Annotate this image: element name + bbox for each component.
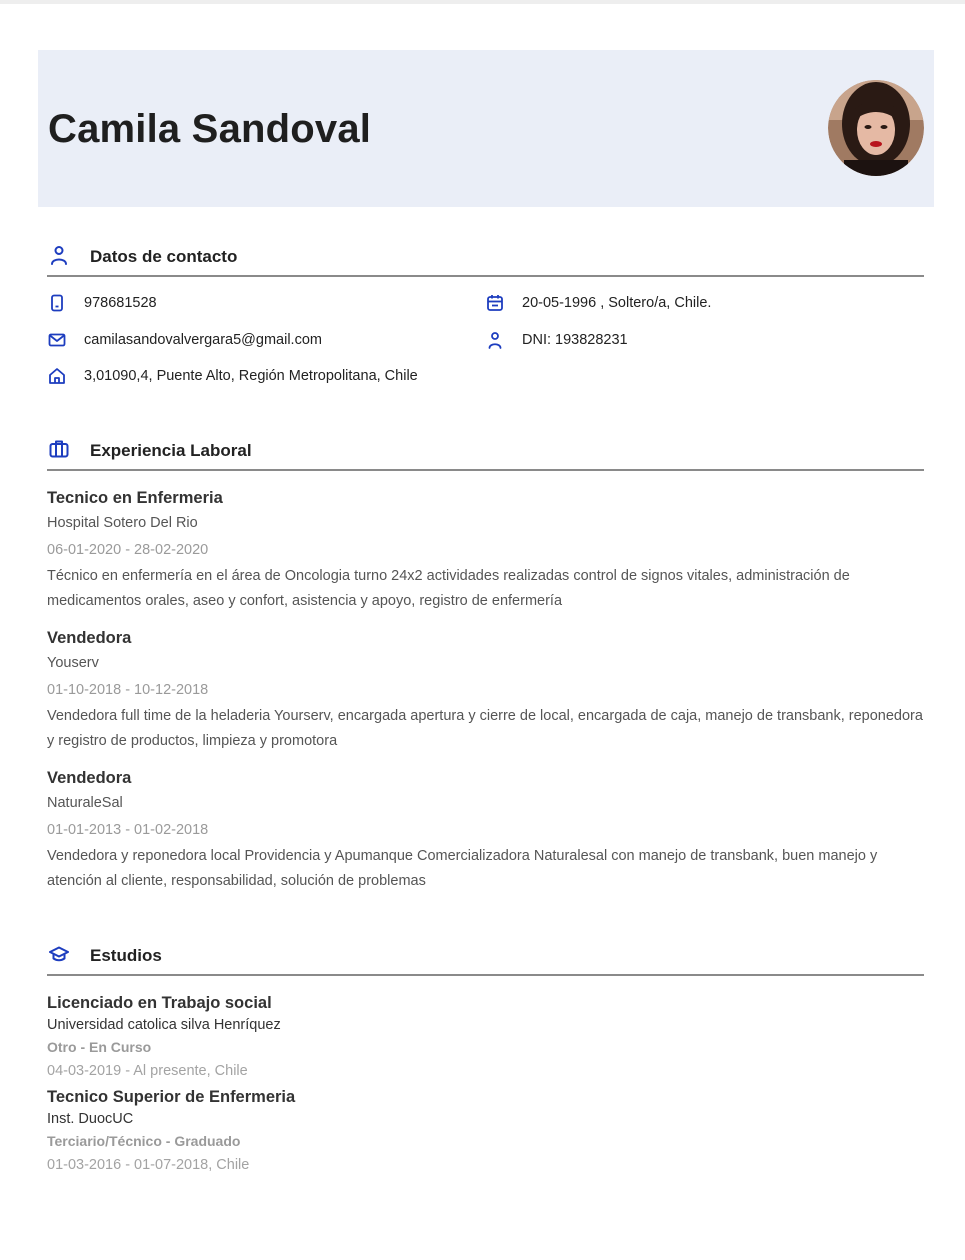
job-description-line: Vendedora full time de la heladeria Your… — [47, 708, 923, 724]
job-description: Vendedora full time de la heladeria Your… — [47, 704, 927, 754]
contact-section-header: Datos de contacto — [47, 245, 924, 285]
section-divider — [47, 469, 924, 471]
avatar — [828, 80, 924, 176]
experience-entry: Vendedora NaturaleSal 01-01-2013 - 01-02… — [47, 766, 927, 894]
education-dates: 04-03-2019 - Al presente, Chile — [47, 1063, 248, 1079]
education-entry: Licenciado en Trabajo social Universidad… — [47, 991, 927, 1083]
experience-section-title: Experiencia Laboral — [90, 441, 252, 460]
experience-entry: Tecnico en Enfermeria Hospital Sotero De… — [47, 486, 927, 614]
education-dates: 01-03-2016 - 01-07-2018, Chile — [47, 1157, 250, 1173]
education-entry: Tecnico Superior de Enfermeria Inst. Duo… — [47, 1085, 927, 1177]
contact-dni-text: DNI: 193828231 — [522, 332, 628, 348]
education-institution: Inst. DuocUC — [47, 1111, 134, 1127]
job-description-line: Técnico en enfermería en el área de Onco… — [47, 568, 850, 584]
experience-entry: Vendedora Youserv 01-10-2018 - 10-12-201… — [47, 626, 927, 754]
job-description-line: y registro de productos, limpieza y prom… — [47, 733, 338, 749]
top-strip — [0, 0, 965, 4]
job-title: Vendedora — [47, 629, 132, 647]
graduation-cap-icon — [49, 944, 69, 964]
job-description: Técnico en enfermería en el área de Onco… — [47, 564, 927, 614]
person-icon — [49, 245, 69, 265]
contact-section-title: Datos de contacto — [90, 247, 238, 266]
briefcase-icon — [49, 439, 69, 459]
education-institution: Universidad catolica silva Henríquez — [47, 1017, 281, 1033]
job-description-line: atención al cliente, responsabilidad, so… — [47, 873, 426, 889]
phone-icon — [48, 294, 66, 312]
cv-header: Camila Sandoval — [38, 50, 934, 207]
calendar-icon — [486, 294, 504, 312]
contact-birth-text: 20-05-1996 , Soltero/a, Chile. — [522, 295, 712, 311]
education-section-title: Estudios — [90, 946, 162, 965]
home-icon — [48, 367, 66, 385]
job-description: Vendedora y reponedora local Providencia… — [47, 844, 927, 894]
education-degree: Licenciado en Trabajo social — [47, 994, 272, 1012]
job-company: Hospital Sotero Del Rio — [47, 515, 198, 531]
person-icon — [486, 331, 504, 349]
contact-email-text: camilasandovalvergara5@gmail.com — [84, 332, 322, 348]
education-level: Otro - En Curso — [47, 1039, 152, 1055]
job-dates: 01-10-2018 - 10-12-2018 — [47, 682, 209, 698]
contact-phone-text: 978681528 — [84, 295, 157, 311]
education-level: Terciario/Técnico - Graduado — [47, 1133, 241, 1149]
job-company: NaturaleSal — [47, 795, 123, 811]
section-divider — [47, 974, 924, 976]
person-name: Camila Sandoval — [48, 107, 372, 151]
contact-address-text: 3,01090,4, Puente Alto, Región Metropoli… — [84, 368, 418, 384]
education-degree: Tecnico Superior de Enfermeria — [47, 1088, 296, 1106]
mail-icon — [48, 331, 66, 349]
job-title: Tecnico en Enfermeria — [47, 489, 223, 507]
job-title: Vendedora — [47, 769, 132, 787]
job-company: Youserv — [47, 655, 99, 671]
experience-section-header: Experiencia Laboral — [47, 439, 924, 479]
section-divider — [47, 275, 924, 277]
job-dates: 06-01-2020 - 28-02-2020 — [47, 542, 209, 558]
job-dates: 01-01-2013 - 01-02-2018 — [47, 822, 209, 838]
job-description-line: medicamentos orales, aseo y confort, asi… — [47, 593, 563, 609]
job-description-line: Vendedora y reponedora local Providencia… — [47, 848, 878, 864]
education-section-header: Estudios — [47, 944, 924, 984]
